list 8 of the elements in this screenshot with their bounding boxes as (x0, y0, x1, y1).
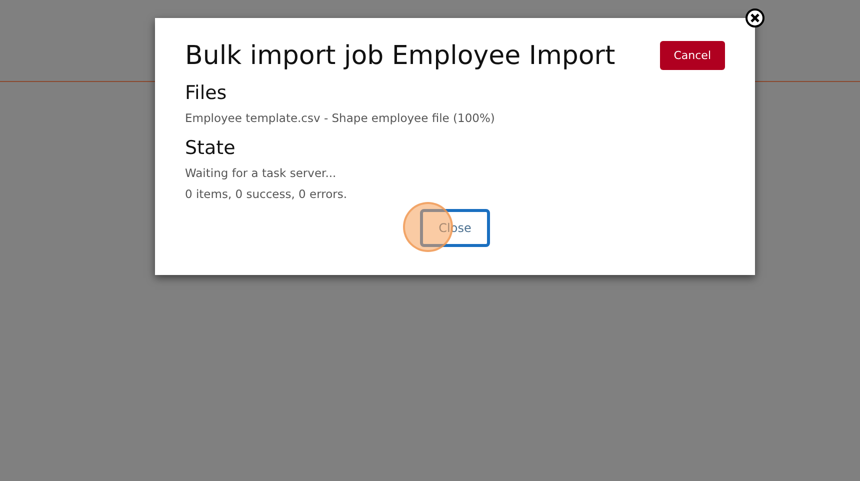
section-heading: Files (185, 81, 228, 106)
status-text: 0 items, 0 success, 0 errors. (185, 186, 348, 203)
status-text: Waiting for a task server... (185, 165, 338, 182)
close-icon[interactable] (745, 8, 765, 28)
dialog-title: Bulk import job Employee Import (185, 40, 616, 73)
status-text: Employee template.csv - Shape employee file (100%) (185, 110, 496, 127)
section-heading: State (185, 136, 236, 161)
cancel-button[interactable]: Cancel (660, 41, 725, 70)
